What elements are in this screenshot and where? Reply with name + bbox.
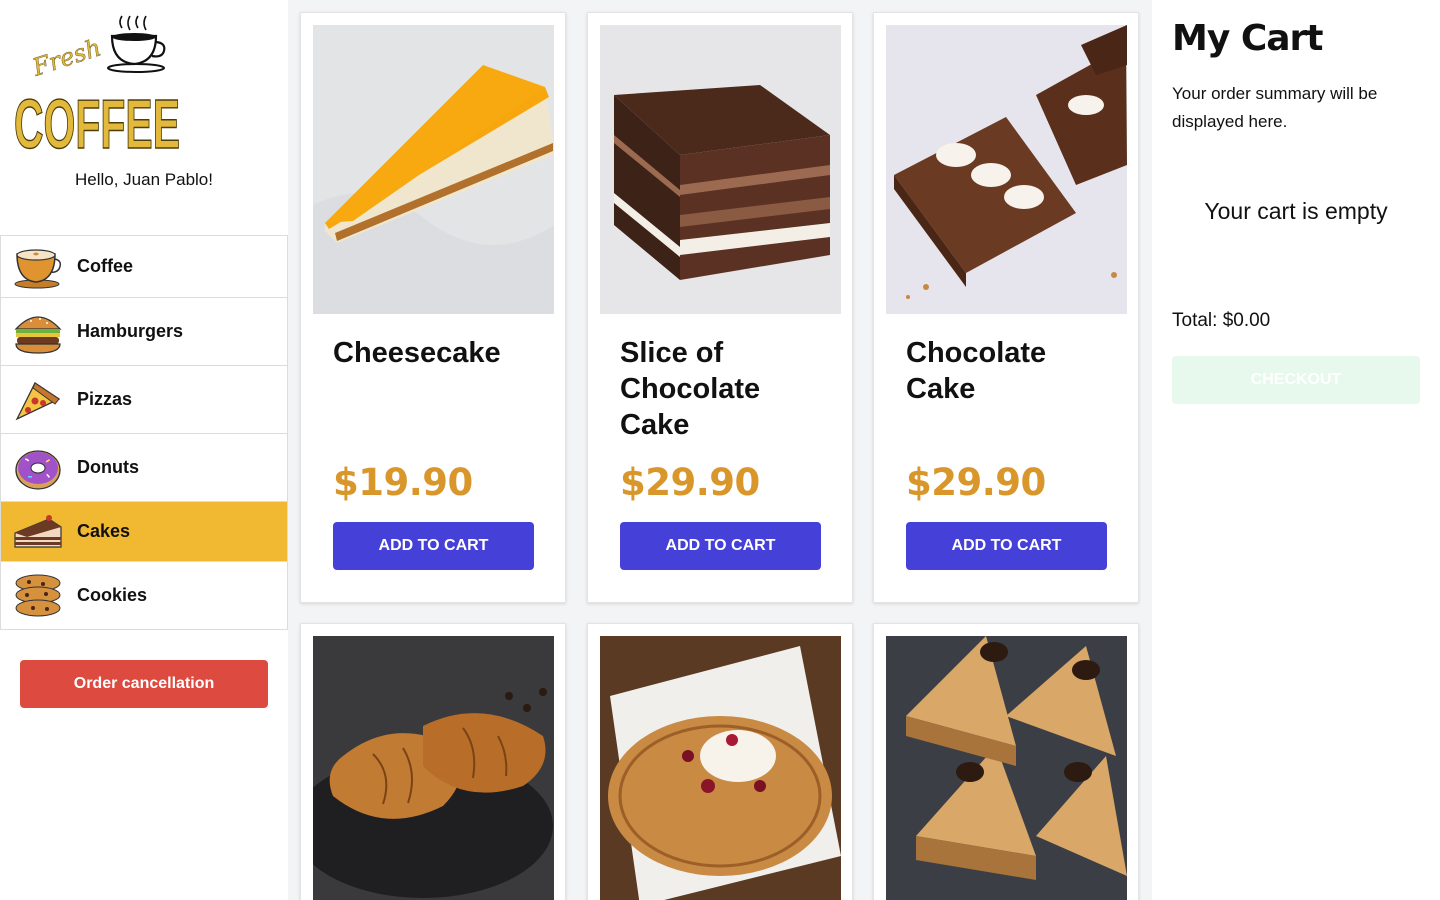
product-name: Slice of Chocolate Cake [620, 337, 761, 441]
cart-title: My Cart [1172, 18, 1323, 59]
hamburger-icon [13, 309, 63, 355]
add-to-cart-button[interactable]: ADD TO CART [333, 522, 534, 570]
chocolate-bars-photo [886, 25, 1127, 314]
coffee-cup-icon [13, 244, 63, 290]
greeting-text: Hello, Juan Pablo! [75, 170, 213, 189]
brand-logo: Fresh COFFEE [13, 14, 184, 164]
category-nav: Coffee Hamburgers Pizzas Donuts Cakes Co… [0, 235, 288, 630]
app-root: Fresh COFFEE Hello, Juan Pablo! Coffee H… [0, 0, 1440, 900]
pizza-slice-icon [13, 377, 63, 423]
category-label: Pizzas [77, 389, 133, 409]
add-to-cart-button[interactable]: ADD TO CART [620, 522, 821, 570]
layer-cake-photo [886, 636, 1127, 900]
cart-total: Total: $0.00 [1172, 310, 1271, 331]
product-price: $29.90 [906, 461, 1046, 504]
category-item-pizzas[interactable]: Pizzas [0, 366, 288, 434]
product-price: $29.90 [620, 461, 760, 504]
sidebar: Fresh COFFEE Hello, Juan Pablo! Coffee H… [0, 0, 288, 900]
category-label: Cakes [77, 521, 131, 541]
category-item-cakes[interactable]: Cakes [0, 502, 288, 562]
product-card [587, 623, 853, 900]
category-label: Cookies [77, 585, 148, 605]
product-card: Slice of Chocolate Cake $29.90 ADD TO CA… [587, 12, 853, 603]
croissants-photo [313, 636, 554, 900]
order-cancellation-button[interactable]: Order cancellation [20, 660, 268, 708]
svg-text:COFFEE: COFFEE [14, 85, 180, 154]
category-label: Coffee [77, 256, 134, 276]
chocolate-cake-slice-photo [600, 25, 841, 314]
product-card: Cheesecake $19.90 ADD TO CART [300, 12, 566, 603]
donut-icon [13, 445, 63, 491]
cart-empty-message: Your cart is empty [1204, 198, 1388, 224]
product-name: Cheesecake [333, 337, 501, 369]
cookies-icon [13, 573, 63, 619]
category-label: Donuts [77, 457, 139, 477]
category-item-hamburgers[interactable]: Hamburgers [0, 298, 288, 366]
add-to-cart-button[interactable]: ADD TO CART [906, 522, 1107, 570]
cart-panel: My Cart Your order summary will be displ… [1152, 0, 1440, 900]
product-name: Chocolate Cake [906, 337, 1047, 405]
svg-text:Fresh: Fresh [28, 33, 104, 82]
product-grid: Cheesecake $19.90 ADD TO CART Slice of C… [288, 0, 1152, 900]
cheesecake-photo [313, 25, 554, 314]
product-price: $19.90 [333, 461, 473, 504]
checkout-button[interactable]: CHECKOUT [1172, 356, 1420, 404]
product-card: Chocolate Cake $29.90 ADD TO CART [873, 12, 1139, 603]
cart-description: Your order summary will be displayed her… [1172, 84, 1378, 131]
category-item-coffee[interactable]: Coffee [0, 235, 288, 298]
waffle-photo [600, 636, 841, 900]
product-card [873, 623, 1139, 900]
category-item-donuts[interactable]: Donuts [0, 434, 288, 502]
cake-slice-icon [13, 509, 63, 555]
category-item-cookies[interactable]: Cookies [0, 562, 288, 630]
product-card [300, 623, 566, 900]
fresh-coffee-logo-icon: Fresh COFFEE [13, 15, 181, 164]
category-label: Hamburgers [77, 321, 184, 341]
